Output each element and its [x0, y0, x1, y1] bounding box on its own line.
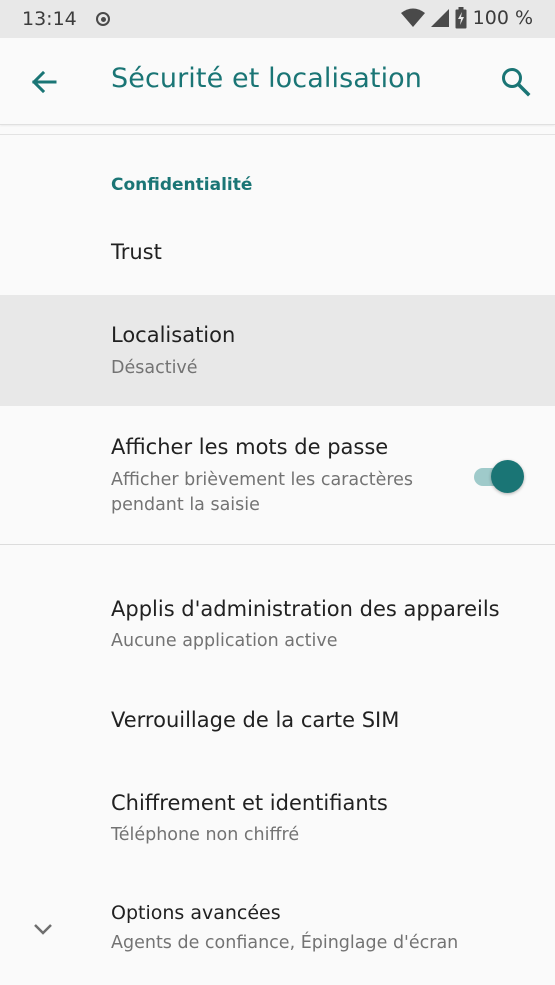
setting-subtitle: Téléphone non chiffré — [111, 825, 300, 845]
search-button[interactable] — [499, 65, 533, 99]
setting-item-advanced[interactable]: Options avancées Agents de confiance, Ép… — [0, 890, 555, 985]
setting-title: Trust — [111, 240, 162, 264]
arrow-back-icon — [31, 70, 57, 94]
chevron-down-icon — [34, 924, 52, 935]
setting-item-encryption[interactable]: Chiffrement et identifiants Téléphone no… — [0, 775, 555, 870]
setting-item-sim-lock[interactable]: Verrouillage de la carte SIM — [0, 690, 555, 760]
setting-subtitle: Afficher brièvement les caractères penda… — [111, 470, 414, 515]
setting-title: Options avancées — [111, 902, 281, 924]
setting-subtitle: Désactivé — [111, 358, 198, 378]
section-header-privacy: Confidentialité — [111, 175, 253, 195]
setting-title: Localisation — [111, 323, 236, 347]
setting-title: Afficher les mots de passe — [111, 435, 389, 459]
app-bar: Sécurité et localisation — [0, 38, 555, 125]
setting-subtitle: Aucune application active — [111, 631, 338, 651]
setting-item-location[interactable]: Localisation Désactivé — [0, 295, 555, 406]
status-time: 13:14 — [22, 8, 77, 30]
divider — [0, 544, 555, 545]
sync-icon — [96, 12, 110, 26]
back-button[interactable] — [28, 66, 60, 98]
show-passwords-toggle[interactable] — [474, 459, 524, 495]
setting-title: Chiffrement et identifiants — [111, 791, 388, 815]
setting-item-trust[interactable]: Trust — [0, 226, 555, 294]
setting-item-device-admin[interactable]: Applis d'administration des appareils Au… — [0, 580, 555, 675]
search-icon — [502, 68, 531, 97]
status-bar: 13:14 100 % — [0, 0, 555, 38]
page-title: Sécurité et localisation — [111, 63, 423, 94]
setting-subtitle: Agents de confiance, Épinglage d'écran — [111, 933, 459, 953]
setting-title: Applis d'administration des appareils — [111, 597, 500, 621]
toggle-thumb — [491, 460, 524, 493]
setting-title: Verrouillage de la carte SIM — [111, 708, 400, 732]
divider — [0, 134, 555, 135]
battery-icon — [455, 7, 467, 29]
status-icons: 100 % — [400, 7, 533, 29]
setting-item-show-passwords[interactable]: Afficher les mots de passe Afficher briè… — [0, 407, 555, 544]
signal-icon — [430, 9, 449, 27]
wifi-icon — [400, 8, 425, 27]
battery-percent: 100 % — [472, 7, 533, 29]
